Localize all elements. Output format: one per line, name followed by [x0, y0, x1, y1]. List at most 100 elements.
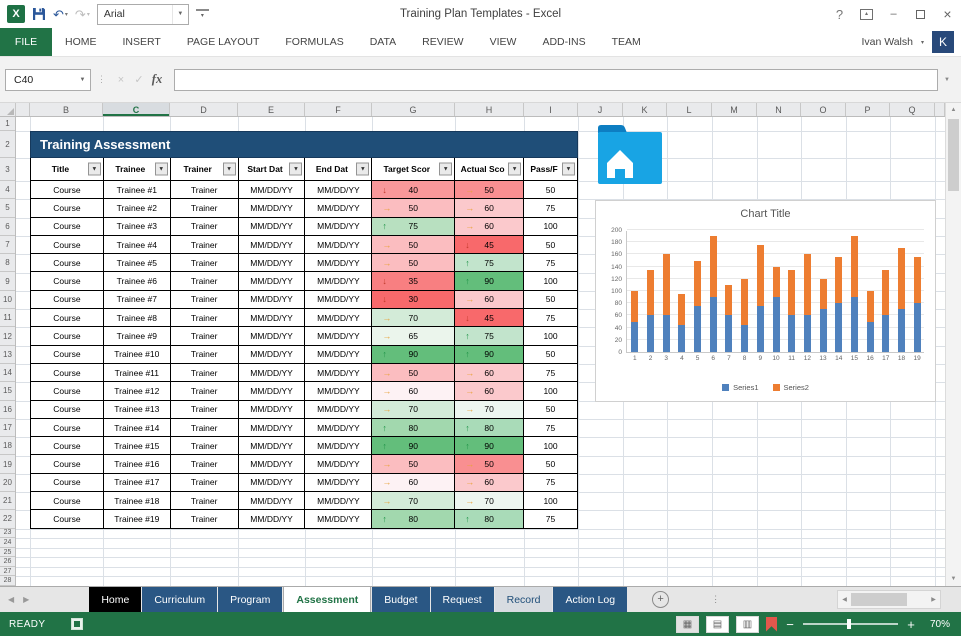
- target-score-cell[interactable]: →50: [372, 455, 455, 473]
- row-header-14[interactable]: 14: [0, 364, 15, 382]
- pass-cell[interactable]: 100: [524, 382, 578, 400]
- ribbon-tab-formulas[interactable]: FORMULAS: [272, 28, 356, 56]
- column-header-m[interactable]: M: [712, 103, 757, 116]
- row-header-25[interactable]: 25: [0, 548, 15, 558]
- table-cell[interactable]: MM/DD/YY: [305, 272, 372, 290]
- row-header-19[interactable]: 19: [0, 455, 15, 473]
- pass-cell[interactable]: 50: [524, 401, 578, 419]
- select-all-corner[interactable]: [0, 103, 16, 116]
- table-cell[interactable]: MM/DD/YY: [305, 327, 372, 345]
- normal-view-button[interactable]: ▦: [676, 616, 699, 633]
- target-score-cell[interactable]: →50: [372, 254, 455, 272]
- name-box[interactable]: C40 ▼: [5, 69, 91, 91]
- sheet-tab-record[interactable]: Record: [495, 587, 553, 612]
- table-cell[interactable]: Course: [31, 437, 104, 455]
- target-score-cell[interactable]: ↑75: [372, 218, 455, 236]
- column-header-o[interactable]: O: [801, 103, 846, 116]
- zoom-in-button[interactable]: +: [905, 617, 917, 632]
- target-score-cell[interactable]: →50: [372, 236, 455, 254]
- actual-score-cell[interactable]: →60: [455, 364, 524, 382]
- target-score-cell[interactable]: →50: [372, 364, 455, 382]
- user-dropdown-arrow-icon[interactable]: ▾: [921, 39, 924, 46]
- pass-cell[interactable]: 50: [524, 455, 578, 473]
- pass-cell[interactable]: 75: [524, 309, 578, 327]
- scroll-left-arrow-icon[interactable]: ◀: [838, 596, 851, 603]
- table-cell[interactable]: Trainer: [171, 272, 239, 290]
- table-cell[interactable]: MM/DD/YY: [305, 309, 372, 327]
- zoom-percentage[interactable]: 70%: [924, 619, 950, 630]
- actual-score-cell[interactable]: ↑80: [455, 419, 524, 437]
- table-cell[interactable]: Trainer: [171, 492, 239, 510]
- help-button[interactable]: ?: [826, 0, 853, 28]
- page-layout-view-button[interactable]: ▤: [706, 616, 729, 633]
- actual-score-cell[interactable]: ↓45: [455, 236, 524, 254]
- vertical-scrollbar[interactable]: ▲ ▼: [945, 103, 961, 586]
- column-header-l[interactable]: L: [667, 103, 712, 116]
- row-header-5[interactable]: 5: [0, 199, 15, 217]
- target-score-cell[interactable]: ↑80: [372, 419, 455, 437]
- target-score-cell[interactable]: →70: [372, 492, 455, 510]
- target-score-cell[interactable]: ↑90: [372, 346, 455, 364]
- table-cell[interactable]: Trainer: [171, 327, 239, 345]
- table-cell[interactable]: Trainer: [171, 291, 239, 309]
- pass-cell[interactable]: 100: [524, 492, 578, 510]
- table-cell[interactable]: Trainee #4: [104, 236, 171, 254]
- actual-score-cell[interactable]: ↑75: [455, 254, 524, 272]
- table-column-header[interactable]: End Dat▼: [305, 158, 372, 181]
- table-cell[interactable]: Trainee #3: [104, 218, 171, 236]
- formula-bar-expand-icon[interactable]: ▼: [938, 77, 956, 83]
- pass-cell[interactable]: 50: [524, 291, 578, 309]
- table-cell[interactable]: Trainer: [171, 309, 239, 327]
- table-column-header[interactable]: Start Dat▼: [239, 158, 306, 181]
- table-cell[interactable]: Course: [31, 327, 104, 345]
- pass-cell[interactable]: 75: [524, 254, 578, 272]
- row-header-21[interactable]: 21: [0, 492, 15, 510]
- table-cell[interactable]: Trainee #1: [104, 181, 171, 199]
- table-cell[interactable]: Trainee #14: [104, 419, 171, 437]
- actual-score-cell[interactable]: →60: [455, 218, 524, 236]
- column-header-d[interactable]: D: [170, 103, 238, 116]
- table-cell[interactable]: Trainer: [171, 401, 239, 419]
- actual-score-cell[interactable]: ↑75: [455, 327, 524, 345]
- column-header-c[interactable]: C: [103, 103, 170, 116]
- table-cell[interactable]: MM/DD/YY: [239, 346, 306, 364]
- ribbon-tab-page-layout[interactable]: PAGE LAYOUT: [174, 28, 273, 56]
- ribbon-tab-review[interactable]: REVIEW: [409, 28, 476, 56]
- actual-score-cell[interactable]: →50: [455, 181, 524, 199]
- customize-qat-button[interactable]: ▾: [196, 9, 209, 19]
- name-box-arrow-icon[interactable]: ▼: [75, 77, 90, 83]
- table-cell[interactable]: Trainer: [171, 419, 239, 437]
- page-break-view-button[interactable]: ▥: [736, 616, 759, 633]
- filter-dropdown-button[interactable]: ▼: [356, 163, 369, 176]
- zoom-out-button[interactable]: −: [784, 617, 796, 632]
- table-column-header[interactable]: Trainee▼: [104, 158, 171, 181]
- row-header-15[interactable]: 15: [0, 382, 15, 400]
- filter-dropdown-button[interactable]: ▼: [223, 163, 236, 176]
- row-header-4[interactable]: 4: [0, 181, 15, 199]
- table-cell[interactable]: Trainer: [171, 437, 239, 455]
- table-cell[interactable]: Course: [31, 419, 104, 437]
- table-cell[interactable]: MM/DD/YY: [239, 419, 306, 437]
- filter-dropdown-button[interactable]: ▼: [289, 163, 302, 176]
- home-folder-image[interactable]: [598, 120, 662, 189]
- ribbon-tab-data[interactable]: DATA: [357, 28, 409, 56]
- row-header-10[interactable]: 10: [0, 291, 15, 309]
- row-header-12[interactable]: 12: [0, 327, 15, 345]
- column-header-k[interactable]: K: [623, 103, 667, 116]
- table-cell[interactable]: Course: [31, 309, 104, 327]
- table-cell[interactable]: MM/DD/YY: [305, 346, 372, 364]
- table-cell[interactable]: MM/DD/YY: [239, 455, 306, 473]
- table-cell[interactable]: Trainee #18: [104, 492, 171, 510]
- target-score-cell[interactable]: ↓35: [372, 272, 455, 290]
- filter-dropdown-button[interactable]: ▼: [508, 163, 521, 176]
- enter-icon[interactable]: ✓: [130, 73, 148, 86]
- pass-cell[interactable]: 75: [524, 419, 578, 437]
- pass-cell[interactable]: 100: [524, 272, 578, 290]
- table-cell[interactable]: Trainer: [171, 218, 239, 236]
- table-cell[interactable]: Trainer: [171, 510, 239, 528]
- table-cell[interactable]: Course: [31, 364, 104, 382]
- table-cell[interactable]: Trainee #15: [104, 437, 171, 455]
- table-cell[interactable]: MM/DD/YY: [305, 254, 372, 272]
- table-cell[interactable]: Course: [31, 474, 104, 492]
- table-cell[interactable]: MM/DD/YY: [239, 492, 306, 510]
